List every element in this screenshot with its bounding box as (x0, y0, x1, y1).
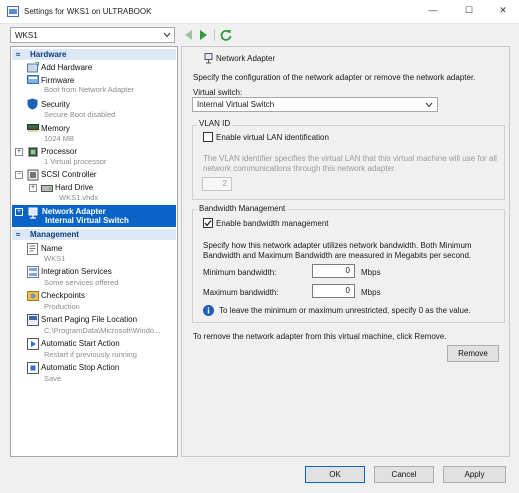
auto-start-icon (27, 338, 39, 350)
vlan-enable-label: Enable virtual LAN identification (216, 133, 329, 142)
checkpoints-summary: Production (44, 302, 80, 311)
min-bandwidth-label: Minimum bandwidth: (203, 268, 277, 277)
hard-drive-summary: WKS1.vhdx (59, 193, 99, 202)
name-icon (27, 243, 38, 255)
tree-item-scsi-controller[interactable]: SCSI Controller (41, 170, 97, 179)
vlan-help-line1: The VLAN identifier specifies the virtua… (203, 154, 497, 163)
min-bandwidth-input[interactable]: 0 (312, 264, 355, 278)
next-arrow-icon[interactable] (199, 30, 208, 40)
network-adapter-expand-toggle[interactable]: + (15, 208, 23, 216)
network-adapter-icon (27, 207, 39, 219)
tree-item-add-hardware[interactable]: Add Hardware (41, 63, 92, 72)
tree-item-security[interactable]: Security (41, 100, 70, 109)
security-summary: Secure Boot disabled (44, 110, 116, 119)
panel-title: Network Adapter (216, 54, 276, 63)
max-bandwidth-input[interactable]: 0 (312, 284, 355, 298)
shield-icon (27, 98, 38, 110)
add-hardware-icon (27, 62, 39, 73)
remove-instructions: To remove the network adapter from this … (193, 332, 447, 341)
collapse-chevron-icon: ≈ (16, 50, 21, 59)
integration-services-summary: Some services offered (44, 278, 119, 287)
refresh-icon[interactable] (220, 29, 232, 41)
tree-item-network-adapter[interactable]: + Network Adapter Internal Virtual Switc… (12, 205, 176, 227)
smart-paging-summary: C:\ProgramData\Microsoft\Windo... (44, 326, 161, 335)
virtual-switch-label: Virtual switch: (193, 88, 243, 97)
bandwidth-group-title: Bandwidth Management (197, 204, 288, 213)
settings-tree: ≈ Hardware Add Hardware Firmware Boot fr… (10, 46, 178, 457)
window-title: Settings for WKS1 on ULTRABOOK (24, 7, 152, 16)
virtual-switch-dropdown[interactable]: Internal Virtual Switch (192, 97, 438, 112)
settings-window-icon (7, 6, 19, 17)
virtual-switch-value: Internal Virtual Switch (197, 100, 275, 109)
checkpoints-icon (27, 290, 39, 302)
ok-button[interactable]: OK (305, 466, 365, 483)
tree-item-integration-services[interactable]: Integration Services (41, 267, 112, 276)
scsi-controller-icon (27, 169, 39, 181)
info-icon (203, 305, 214, 316)
tree-item-smart-paging[interactable]: Smart Paging File Location (41, 315, 137, 324)
minimize-button[interactable]: — (423, 5, 443, 18)
vlan-group-title: VLAN ID (197, 119, 233, 128)
toolbar-separator (214, 29, 215, 41)
panel-description: Specify the configuration of the network… (193, 73, 476, 82)
tree-item-name[interactable]: Name (41, 244, 62, 253)
processor-icon (27, 146, 39, 158)
previous-arrow-icon[interactable] (184, 30, 193, 40)
max-bandwidth-label: Maximum bandwidth: (203, 288, 279, 297)
maximize-button[interactable]: ☐ (459, 5, 479, 18)
processor-summary: 1 Virtual processor (44, 157, 107, 166)
auto-start-summary: Restart if previously running (44, 350, 137, 359)
settings-detail-panel: Network Adapter Specify the configuratio… (181, 46, 510, 457)
tree-item-checkpoints[interactable]: Checkpoints (41, 291, 85, 300)
title-bar: Settings for WKS1 on ULTRABOOK — ☐ ✕ (0, 0, 519, 24)
apply-button[interactable]: Apply (443, 466, 506, 483)
tree-item-memory[interactable]: Memory (41, 124, 70, 133)
firmware-icon (27, 75, 39, 85)
cancel-button[interactable]: Cancel (374, 466, 434, 483)
bandwidth-info-text: To leave the minimum or maximum unrestri… (219, 306, 471, 315)
hardware-header-label: Hardware (30, 50, 67, 59)
processor-expand-toggle[interactable]: + (15, 148, 23, 156)
auto-stop-summary: Save (44, 374, 62, 383)
min-bandwidth-unit: Mbps (361, 268, 381, 277)
collapse-chevron-icon: ≈ (16, 230, 21, 239)
bandwidth-desc-line1: Specify how this network adapter utilize… (203, 241, 472, 250)
chevron-down-icon (163, 32, 171, 38)
scsi-collapse-toggle[interactable]: − (15, 171, 23, 179)
remove-button[interactable]: Remove (447, 345, 499, 362)
tree-item-hard-drive[interactable]: Hard Drive (55, 183, 93, 192)
smart-paging-icon (27, 314, 39, 326)
tree-item-auto-start[interactable]: Automatic Start Action (41, 339, 120, 348)
name-summary: WKS1 (44, 254, 66, 263)
vlan-enable-checkbox[interactable] (203, 132, 213, 142)
bandwidth-enable-label: Enable bandwidth management (216, 219, 329, 228)
tree-item-auto-stop[interactable]: Automatic Stop Action (41, 363, 119, 372)
chevron-down-icon (425, 102, 433, 108)
network-adapter-summary: Internal Virtual Switch (45, 216, 129, 225)
max-bandwidth-unit: Mbps (361, 288, 381, 297)
tree-item-processor[interactable]: Processor (41, 147, 77, 156)
dialog-button-bar: OK Cancel Apply (0, 460, 519, 493)
bandwidth-desc-line2: Bandwidth and Maximum Bandwidth are meas… (203, 251, 472, 260)
integration-services-icon (27, 266, 39, 278)
management-section-header[interactable]: ≈ Management (12, 229, 176, 240)
close-button[interactable]: ✕ (493, 5, 513, 18)
memory-icon (27, 124, 39, 132)
bandwidth-enable-checkbox[interactable] (203, 218, 213, 228)
hardware-section-header[interactable]: ≈ Hardware (12, 49, 176, 60)
network-adapter-icon (204, 53, 213, 64)
tree-item-firmware[interactable]: Firmware (41, 76, 74, 85)
auto-stop-icon (27, 362, 39, 374)
vm-selector-value: WKS1 (15, 31, 38, 40)
hard-drive-icon (41, 185, 53, 192)
vlan-help-line2: network communications through this netw… (203, 164, 397, 173)
vlan-id-input[interactable]: 2 (202, 177, 232, 191)
vm-selector[interactable]: WKS1 (10, 27, 175, 43)
hard-drive-expand-toggle[interactable]: + (29, 184, 37, 192)
memory-summary: 1024 MB (44, 134, 75, 143)
firmware-summary: Boot from Network Adapter (44, 85, 135, 94)
network-adapter-label: Network Adapter (42, 207, 106, 216)
management-header-label: Management (30, 230, 79, 239)
